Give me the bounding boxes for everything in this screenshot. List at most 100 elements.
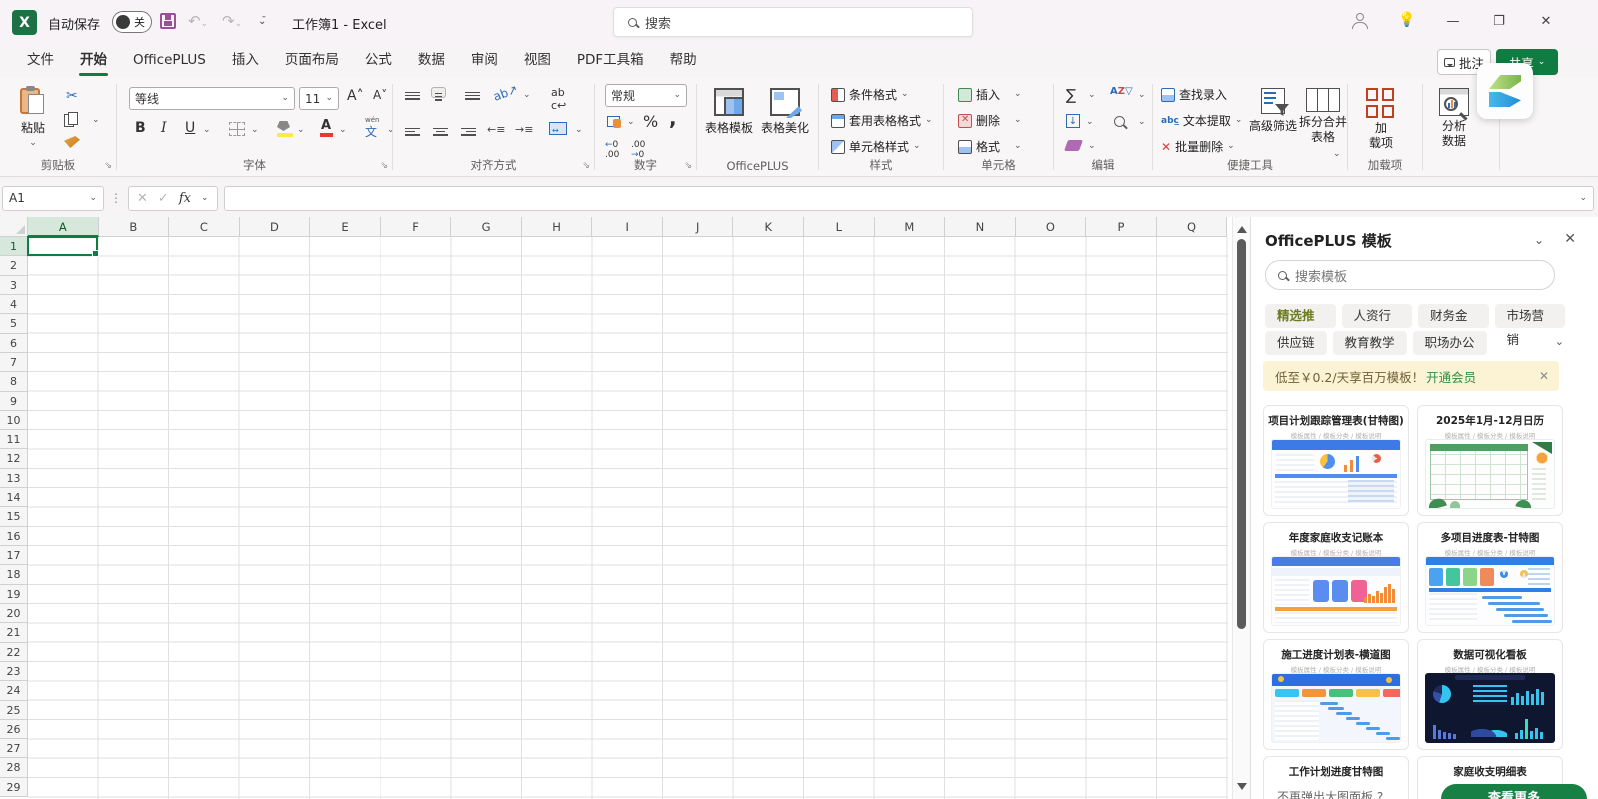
column-header[interactable]: K [733, 217, 804, 237]
batch-delete-button[interactable]: ✕ 批量删除⌄ [1161, 138, 1235, 155]
format-painter-icon[interactable] [64, 136, 80, 148]
lightbulb-icon[interactable]: 💡 [1398, 12, 1415, 28]
column-header[interactable]: B [99, 217, 170, 237]
increase-indent-icon[interactable]: →≡ [515, 123, 533, 136]
column-header[interactable]: O [1016, 217, 1087, 237]
row-header[interactable]: 27 [0, 739, 28, 758]
autosum-icon[interactable]: ∑ [1066, 86, 1076, 104]
tab-view[interactable]: 视图 [511, 45, 564, 78]
row-header[interactable]: 18 [0, 565, 28, 584]
bold-button[interactable]: B [135, 120, 146, 136]
search-input[interactable]: 搜索 [613, 7, 973, 37]
font-size-select[interactable]: 11⌄ [299, 87, 339, 110]
find-dropdown-icon[interactable]: ⌄ [1138, 118, 1146, 127]
column-header[interactable]: H [522, 217, 593, 237]
maximize-button[interactable]: ❐ [1490, 12, 1508, 30]
template-card[interactable]: 年度家庭收支记账本 模板属性 / 模板分类 / 模板说明 [1263, 522, 1409, 633]
tab-data[interactable]: 数据 [405, 45, 458, 78]
selected-cell-a1[interactable] [27, 236, 98, 256]
row-header[interactable]: 14 [0, 488, 28, 507]
template-card[interactable]: 施工进度计划表-横道图 模板属性 / 模板分类 / 模板说明 [1263, 639, 1409, 750]
scroll-down-icon[interactable] [1237, 783, 1247, 795]
category-education[interactable]: 教育教学 [1333, 331, 1407, 355]
phonetic-guide-icon[interactable]: wén文 [365, 118, 379, 140]
align-right-icon[interactable] [461, 126, 476, 137]
column-header[interactable]: L [804, 217, 875, 237]
row-header[interactable]: 1 [0, 237, 28, 256]
row-header[interactable]: 16 [0, 527, 28, 546]
worksheet-grid[interactable]: ABCDEFGHIJKLMNOPQ 1234567891011121314151… [0, 217, 1232, 799]
advanced-filter-button[interactable]: 高级筛选 [1249, 88, 1297, 134]
autosave-toggle[interactable]: 关 [112, 11, 152, 33]
row-header[interactable]: 24 [0, 681, 28, 700]
row-headers[interactable]: 1234567891011121314151617181920212223242… [0, 237, 28, 797]
align-left-icon[interactable] [405, 126, 420, 137]
row-header[interactable]: 28 [0, 758, 28, 777]
clear-eraser-icon[interactable] [1064, 140, 1083, 151]
addins-button[interactable]: 加 载项 [1366, 88, 1396, 151]
orientation-icon[interactable]: ab↗ [491, 82, 519, 104]
undo-icon[interactable]: ↶⌄ [188, 12, 208, 30]
row-header[interactable]: 21 [0, 623, 28, 642]
row-header[interactable]: 13 [0, 469, 28, 488]
name-box[interactable]: A1⌄ [2, 186, 104, 211]
row-header[interactable]: 3 [0, 276, 28, 295]
tab-officeplus[interactable]: OfficePLUS [120, 45, 219, 78]
fill-dropdown-icon[interactable]: ⌄ [1086, 118, 1094, 127]
number-format-select[interactable]: 常规⌄ [605, 84, 687, 107]
autosum-dropdown-icon[interactable]: ⌄ [1088, 91, 1096, 100]
cell-styles-button[interactable]: 单元格样式⌄ [831, 138, 921, 155]
row-header[interactable]: 12 [0, 449, 28, 468]
table-template-button[interactable]: 表格模板 [705, 88, 753, 136]
category-office[interactable]: 职场办公 [1413, 331, 1487, 355]
copy-icon[interactable] [64, 112, 80, 128]
close-button[interactable]: ✕ [1537, 12, 1555, 30]
font-color-icon[interactable]: A [321, 118, 331, 133]
borders-icon[interactable] [229, 122, 245, 136]
delete-cells-button[interactable]: ✕ 删除⌄ [958, 112, 1022, 129]
banner-close-icon[interactable]: ✕ [1539, 369, 1549, 383]
category-hr[interactable]: 人资行政 [1342, 304, 1413, 328]
column-header[interactable]: M [875, 217, 946, 237]
row-header[interactable]: 19 [0, 585, 28, 604]
font-color-dropdown-icon[interactable]: ⌄ [339, 126, 347, 135]
column-header[interactable]: C [169, 217, 240, 237]
decrease-indent-icon[interactable]: ←≡ [487, 123, 505, 136]
save-icon[interactable] [160, 13, 176, 29]
scroll-up-icon[interactable] [1237, 221, 1247, 233]
column-header[interactable]: A [28, 217, 99, 237]
row-header[interactable]: 17 [0, 546, 28, 565]
copy-dropdown-icon[interactable]: ⌄ [92, 116, 100, 125]
underline-dropdown-icon[interactable]: ⌄ [203, 126, 211, 135]
column-header[interactable]: D [240, 217, 311, 237]
view-more-button[interactable]: 查看更多 [1441, 784, 1587, 799]
underline-button[interactable]: U [185, 120, 195, 136]
row-header[interactable]: 15 [0, 507, 28, 526]
increase-font-icon[interactable]: A˄ [347, 88, 364, 104]
text-extract-button[interactable]: abc̲ 文本提取⌄ [1161, 112, 1242, 129]
accounting-format-icon[interactable] [607, 114, 623, 130]
pane-collapse-icon[interactable]: ⌄ [1534, 233, 1544, 247]
redo-icon[interactable]: ↷⌄ [222, 12, 242, 30]
column-header[interactable]: J [663, 217, 734, 237]
split-merge-table-button[interactable]: 拆分合并 表格 [1299, 88, 1347, 145]
align-bottom-icon[interactable] [465, 90, 480, 101]
cells-area[interactable] [28, 237, 1228, 799]
tab-home[interactable]: 开始 [67, 45, 120, 78]
column-header[interactable]: Q [1157, 217, 1228, 237]
cancel-formula-icon[interactable]: ✕ [137, 191, 148, 206]
row-header[interactable]: 4 [0, 295, 28, 314]
vertical-scrollbar[interactable] [1232, 217, 1250, 799]
row-header[interactable]: 2 [0, 256, 28, 275]
category-marketing[interactable]: 市场营销 [1495, 304, 1566, 328]
category-featured[interactable]: 精选推荐 [1265, 304, 1336, 328]
decrease-font-icon[interactable]: A˅ [373, 88, 387, 102]
template-card[interactable]: 数据可视化看板 模板属性 / 模板分类 / 模板说明 [1417, 639, 1563, 750]
tab-help[interactable]: 帮助 [657, 45, 710, 78]
column-header[interactable]: E [310, 217, 381, 237]
categories-expand-icon[interactable]: ⌄ [1555, 335, 1564, 348]
template-search-input[interactable]: 搜索模板 [1265, 260, 1555, 290]
quick-access-toolbar-more-icon[interactable]: ⌄̄ [258, 16, 266, 27]
row-header[interactable]: 6 [0, 334, 28, 353]
format-cells-button[interactable]: 格式⌄ [958, 138, 1022, 155]
